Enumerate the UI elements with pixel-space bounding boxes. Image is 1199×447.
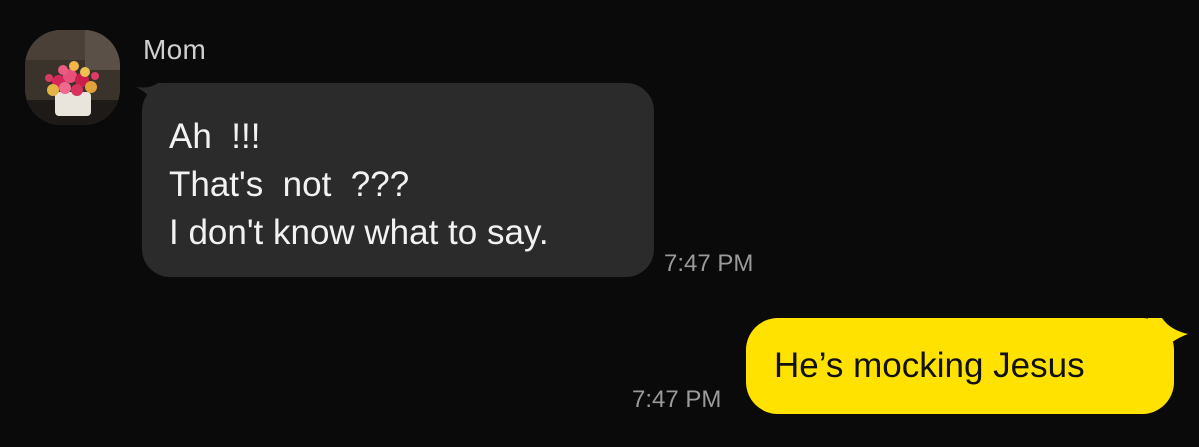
incoming-timestamp: 7:47 PM — [664, 250, 754, 277]
message-line: That's not ??? — [169, 165, 410, 204]
message-line: I don't know what to say. — [169, 213, 549, 252]
outgoing-message-bubble[interactable]: He’s mocking Jesus — [746, 318, 1174, 414]
chat-thread: Mom Ah !!! That's not ??? I don't know w… — [0, 0, 1199, 447]
outgoing-message-text: He’s mocking Jesus — [774, 346, 1085, 385]
message-line: Ah !!! — [169, 117, 261, 156]
sender-avatar[interactable] — [25, 30, 120, 125]
outgoing-timestamp: 7:47 PM — [632, 386, 722, 413]
incoming-message-bubble[interactable]: Ah !!! That's not ??? I don't know what … — [142, 83, 654, 277]
flower-bouquet-icon — [25, 30, 120, 125]
sender-name: Mom — [143, 34, 207, 65]
